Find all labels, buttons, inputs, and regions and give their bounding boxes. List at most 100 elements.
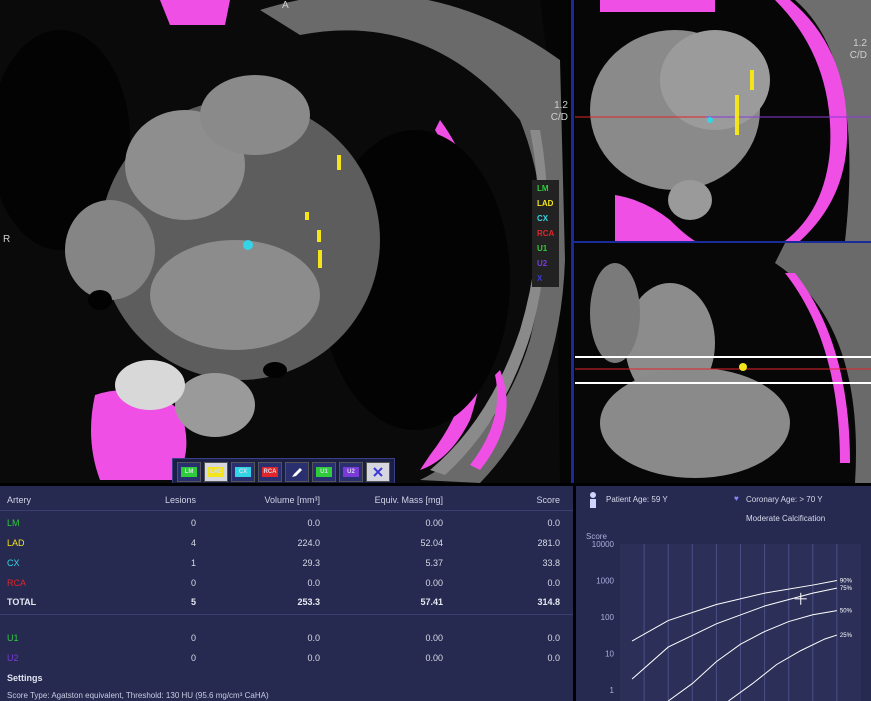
sagittal-zoom-value: 1.2 [853, 38, 867, 49]
legend-u1: U1 [537, 244, 548, 253]
label-cx-button[interactable]: CX [231, 462, 255, 482]
row-score: 314.8 [537, 597, 560, 607]
label-lm-button[interactable]: LM [177, 462, 201, 482]
chart-ytick-label: 1 [610, 686, 615, 695]
patient-icon [590, 492, 596, 508]
row-mass: 0.00 [425, 578, 443, 588]
heart-icon: ♥ [734, 494, 739, 503]
row-mass: 57.41 [420, 597, 443, 607]
sagittal-viewport[interactable]: 1.2 C/D [575, 0, 871, 241]
label-u2-button[interactable]: U2 [339, 462, 363, 482]
legend-x: X [537, 274, 543, 283]
row-volume: 0.0 [307, 518, 320, 528]
row-score: 0.0 [547, 578, 560, 588]
orientation-label-top: A [282, 0, 289, 11]
row-artery: LAD [7, 538, 25, 548]
settings-title: Settings [7, 673, 43, 683]
patient-age: Patient Age: 59 Y [606, 495, 668, 504]
row-lesions: 1 [190, 558, 196, 568]
row-mass: 0.00 [425, 518, 443, 528]
table-row[interactable]: RCA 0 0.0 0.00 0.0 [0, 575, 573, 593]
labeling-toolbar: LM LAD CX RCA U1 U2 [172, 458, 395, 483]
table-row[interactable]: LAD 4 224.0 52.04 281.0 [0, 535, 573, 553]
chart-series-label: 50% [840, 609, 853, 615]
row-score: 0.0 [547, 653, 560, 663]
table-header: Artery Lesions Volume [mm³] Equiv. Mass … [0, 492, 573, 510]
header-mass: Equiv. Mass [mg] [374, 495, 443, 505]
label-lad-button[interactable]: LAD [204, 462, 228, 482]
header-lesions: Lesions [164, 495, 196, 505]
axial-ct-image [0, 0, 565, 483]
chart-ytick-label: 100 [601, 613, 615, 622]
header-score: Score [536, 495, 560, 505]
row-artery: U1 [7, 633, 19, 643]
axial-viewport[interactable]: R A 1.2 C/D LM LAD CX RCA U1 U2 X LM LAD… [0, 0, 573, 483]
row-lesions: 4 [190, 538, 196, 548]
legend-u2: U2 [537, 259, 548, 268]
legend-lm: LM [537, 184, 549, 193]
table-row[interactable]: CX 1 29.3 5.37 33.8 [0, 555, 573, 573]
header-artery: Artery [7, 495, 32, 505]
chart-ytick-label: 10 [605, 650, 614, 659]
row-lesions: 5 [190, 597, 196, 607]
row-mass: 52.04 [420, 538, 443, 548]
row-artery: LM [7, 518, 20, 528]
row-volume: 29.3 [302, 558, 320, 568]
table-row[interactable]: LM 0 0.0 0.00 0.0 [0, 515, 573, 533]
percentile-chart-panel: Patient Age: 59 Y ♥ Coronary Age: > 70 Y… [576, 486, 871, 701]
row-artery: TOTAL [7, 597, 37, 607]
cx-label-icon: CX [235, 467, 251, 477]
row-lesions: 0 [190, 518, 196, 528]
chart-series-label: 25% [840, 633, 853, 639]
coronal-viewport[interactable] [575, 243, 871, 483]
zoom-value: 1.2 [554, 100, 568, 111]
row-score: 0.0 [547, 518, 560, 528]
settings-text: Score Type: Agatston equivalent, Thresho… [7, 691, 269, 700]
header-volume: Volume [mm³] [264, 495, 320, 505]
table-row[interactable]: U2 0 0.0 0.00 0.0 [0, 650, 573, 668]
row-volume: 0.0 [307, 633, 320, 643]
row-lesions: 0 [190, 633, 196, 643]
chart-series-label: 75% [840, 586, 853, 592]
calcification-status: Moderate Calcification [746, 514, 826, 523]
pen-icon [292, 468, 302, 477]
rca-label-icon: RCA [262, 467, 278, 477]
sagittal-zoom-readout: 1.2 C/D [837, 38, 867, 62]
label-u1-button[interactable]: U1 [312, 462, 336, 482]
legend-cx: CX [537, 214, 549, 223]
legend-lad: LAD [537, 199, 554, 208]
table-row[interactable]: U1 0 0.0 0.00 0.0 [0, 630, 573, 648]
chart-series-label: 90% [840, 579, 853, 585]
row-score: 0.0 [547, 633, 560, 643]
total-row: TOTAL 5 253.3 57.41 314.8 [0, 594, 573, 612]
chart-ytick-label: 1000 [596, 577, 614, 586]
header-separator [0, 510, 573, 511]
sagittal-window-preset: C/D [849, 50, 867, 61]
percentile-chart: Score10000100010010190%75%50%25% [586, 532, 861, 701]
row-volume: 0.0 [307, 653, 320, 663]
lad-label-icon: LAD [208, 467, 224, 477]
chart-ytick-label: 10000 [592, 540, 615, 549]
pen-button[interactable] [285, 462, 309, 482]
orientation-label-left: R [3, 234, 11, 245]
row-lesions: 0 [190, 653, 196, 663]
row-artery: U2 [7, 653, 19, 663]
coronary-age: Coronary Age: > 70 Y [746, 495, 823, 504]
u2-label-icon: U2 [343, 467, 359, 477]
row-artery: RCA [7, 578, 27, 588]
row-mass: 0.00 [425, 633, 443, 643]
row-mass: 0.00 [425, 653, 443, 663]
label-rca-button[interactable]: RCA [258, 462, 282, 482]
coronal-ct-image [575, 243, 871, 483]
row-lesions: 0 [190, 578, 196, 588]
delete-button[interactable] [366, 462, 390, 482]
vessel-legend: LM LAD CX RCA U1 U2 X [532, 180, 560, 287]
lm-label-icon: LM [181, 467, 197, 477]
row-artery: CX [7, 558, 20, 568]
row-score: 281.0 [537, 538, 560, 548]
row-mass: 5.37 [425, 558, 443, 568]
row-score: 33.8 [542, 558, 560, 568]
results-table-panel: Artery Lesions Volume [mm³] Equiv. Mass … [0, 486, 573, 701]
zoom-readout: 1.2 C/D [540, 100, 568, 124]
delete-x-icon [373, 467, 383, 477]
